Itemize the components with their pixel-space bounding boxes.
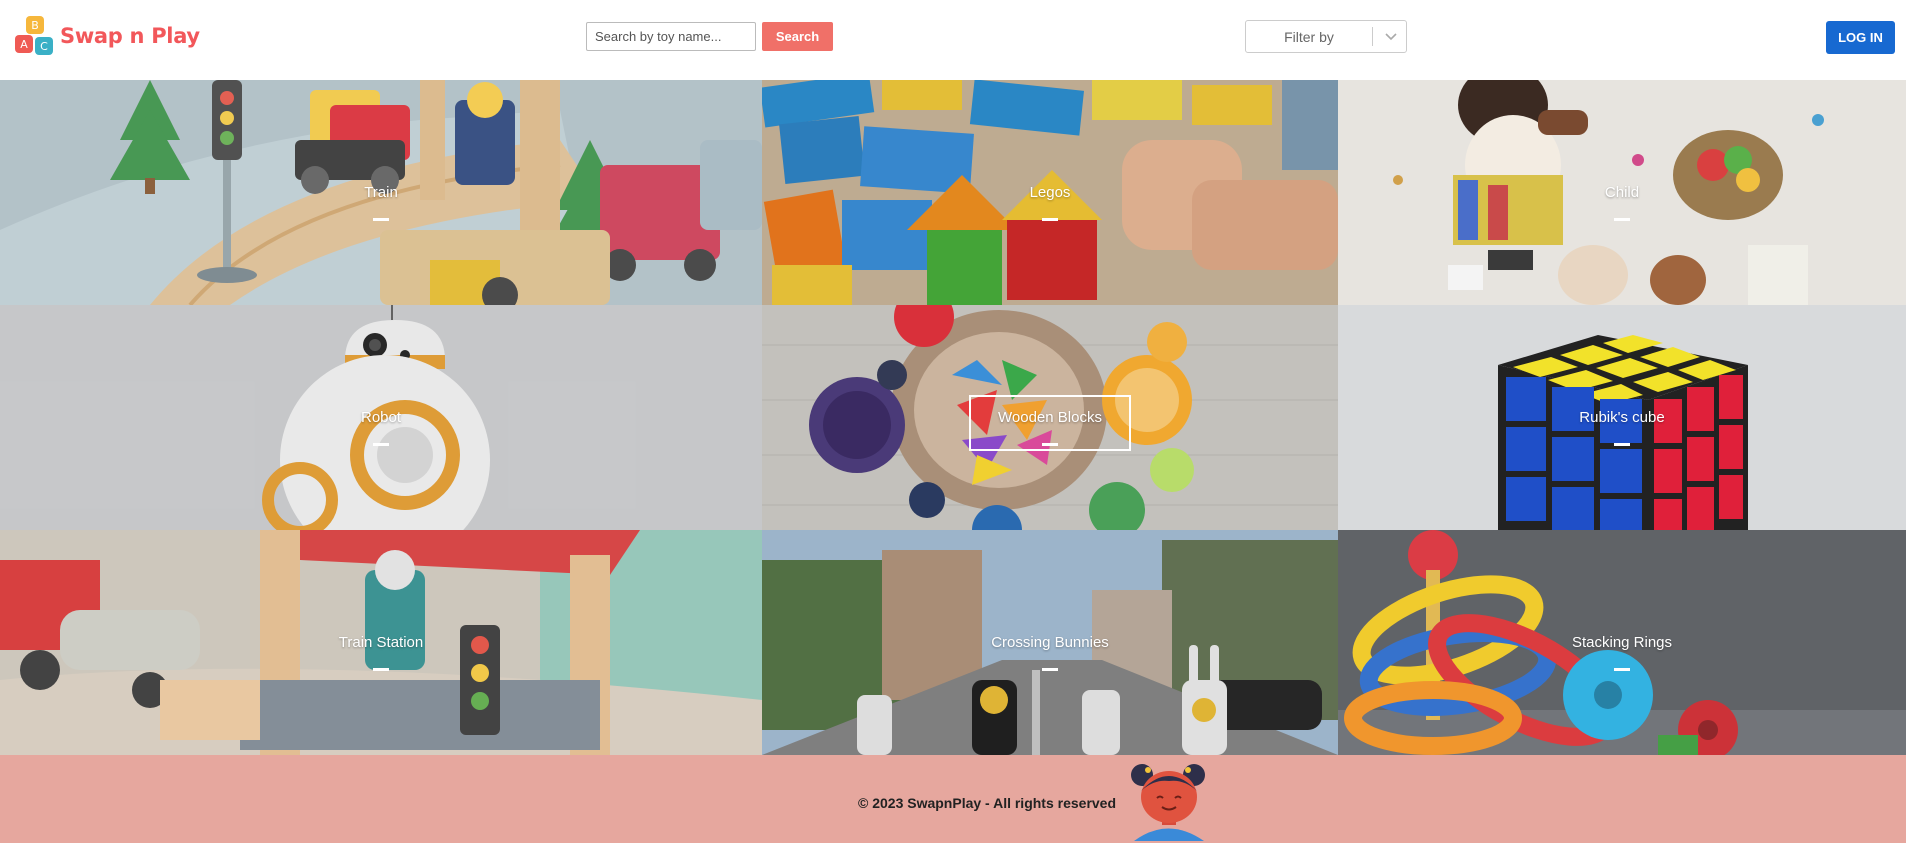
tile-train[interactable]: Train <box>0 80 762 305</box>
tile-title: Legos <box>1029 184 1071 201</box>
tile-title: Crossing Bunnies <box>991 634 1109 651</box>
abc-blocks-icon: B A C <box>12 14 56 58</box>
title-underline <box>1042 668 1058 671</box>
girl-mascot-icon <box>1131 764 1205 841</box>
tile-title: Rubik's cube <box>1579 409 1665 426</box>
footer: © 2023 SwapnPlay - All rights reserved <box>0 755 1906 843</box>
tile-child[interactable]: Child <box>1338 80 1906 305</box>
search-button[interactable]: Search <box>762 22 833 51</box>
logo-block-a: A <box>15 35 33 53</box>
title-underline <box>373 218 389 221</box>
title-underline <box>1614 218 1630 221</box>
tile-title: Stacking Rings <box>1571 634 1673 651</box>
title-underline <box>373 443 389 446</box>
tile-title: Robot <box>360 409 402 426</box>
logo[interactable]: B A C Swap n Play <box>12 14 200 58</box>
filter-dropdown[interactable]: Filter by <box>1245 20 1407 53</box>
tile-title: Child <box>1604 184 1640 201</box>
title-underline <box>1614 443 1630 446</box>
top-nav: B A C Swap n Play Search by toy name... … <box>0 0 1906 80</box>
filter-label: Filter by <box>1284 28 1334 45</box>
chevron-down-icon[interactable] <box>1377 21 1405 52</box>
title-underline <box>373 668 389 671</box>
logo-block-c: C <box>35 37 53 55</box>
filter-divider <box>1372 27 1373 46</box>
title-underline <box>1614 668 1630 671</box>
logo-text: Swap n Play <box>60 24 200 48</box>
copyright-text: © 2023 SwapnPlay - All rights reserved <box>858 795 1117 811</box>
toy-grid: Train Legos Child Robot Wooden Blocks Ru… <box>0 80 1906 755</box>
tile-title: Train Station <box>338 634 424 651</box>
tile-wooden-blocks[interactable]: Wooden Blocks <box>762 305 1338 530</box>
tile-stacking-rings[interactable]: Stacking Rings <box>1338 530 1906 755</box>
title-underline <box>1042 218 1058 221</box>
tile-rubiks-cube[interactable]: Rubik's cube <box>1338 305 1906 530</box>
tile-crossing-bunnies[interactable]: Crossing Bunnies <box>762 530 1338 755</box>
tile-title: Wooden Blocks <box>998 409 1102 426</box>
tile-title: Train <box>364 184 398 201</box>
login-button[interactable]: LOG IN <box>1826 21 1895 54</box>
tile-train-station[interactable]: Train Station <box>0 530 762 755</box>
tile-robot[interactable]: Robot <box>0 305 762 530</box>
tile-legos[interactable]: Legos <box>762 80 1338 305</box>
search-input[interactable]: Search by toy name... <box>586 22 756 51</box>
title-underline <box>1042 443 1058 446</box>
logo-block-b: B <box>26 16 44 34</box>
